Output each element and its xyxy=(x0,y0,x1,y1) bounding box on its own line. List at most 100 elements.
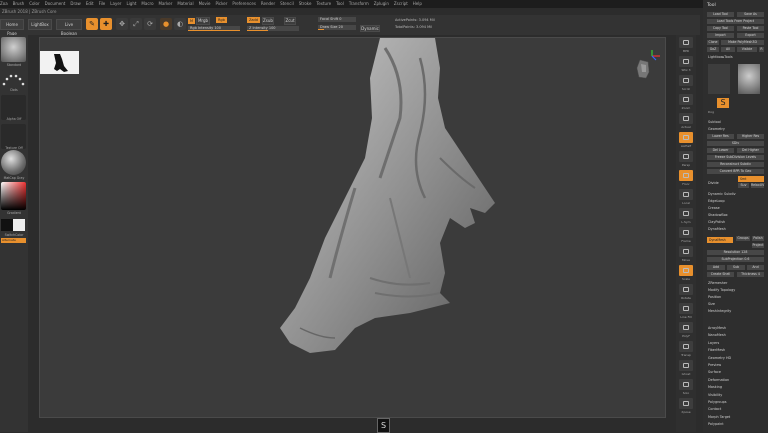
menu-item[interactable]: Color xyxy=(29,1,39,6)
clone-button[interactable]: Clone xyxy=(707,40,719,45)
subtool-section[interactable]: Subtool xyxy=(708,120,721,124)
tool-subpalette-item[interactable]: NanoMesh xyxy=(708,333,726,337)
menu-item[interactable]: Brush xyxy=(13,1,25,6)
crease-section[interactable]: Crease xyxy=(708,206,720,210)
load-tools-project-button[interactable]: Load Tools From Project xyxy=(707,19,764,24)
live-boolean-button[interactable]: Live Boolean xyxy=(56,19,82,36)
meshintegrity-section[interactable]: MeshIntegrity xyxy=(708,309,731,313)
menu-item[interactable]: Tool xyxy=(336,1,344,6)
groups-toggle[interactable]: Groups xyxy=(736,236,750,241)
suv-toggle[interactable]: Suv xyxy=(738,183,749,188)
alternate-button[interactable]: Alternate xyxy=(1,238,26,243)
material-button[interactable]: ● xyxy=(160,18,172,30)
draw-button[interactable]: ✚ xyxy=(100,18,112,30)
menu-item[interactable]: Stroke xyxy=(299,1,312,6)
color-picker[interactable] xyxy=(1,182,26,210)
load-tool-button[interactable]: Load Tool xyxy=(707,12,734,17)
tool-subpalette-item[interactable]: Masking xyxy=(708,385,722,389)
visible-button[interactable]: Visible xyxy=(737,47,757,52)
tool-subpalette-item[interactable]: Polygroups xyxy=(708,400,727,404)
r-button[interactable]: R xyxy=(759,47,764,52)
relax-uv-toggle[interactable]: RelaxUV xyxy=(751,183,764,188)
menu-item[interactable]: Document xyxy=(45,1,66,6)
sdiv-slider[interactable]: SDiv xyxy=(707,141,764,146)
menu-item[interactable]: Render xyxy=(261,1,275,6)
thickness-slider[interactable]: Thickness 4 xyxy=(737,272,764,277)
shelf-button[interactable] xyxy=(679,284,693,295)
bottom-s-button[interactable]: S xyxy=(377,418,390,433)
edit-button[interactable]: ✎ xyxy=(86,18,98,30)
zremesher-section[interactable]: ZRemesher xyxy=(708,281,727,285)
tool-subpalette-item[interactable]: Visibility xyxy=(708,393,722,397)
tool-subpalette-item[interactable]: FiberMesh xyxy=(708,348,725,352)
menu-item[interactable]: Picker xyxy=(215,1,227,6)
viewport-canvas[interactable] xyxy=(39,37,666,418)
shelf-button[interactable] xyxy=(679,322,693,333)
lightbox-tools-link[interactable]: Lightbox▸Tools xyxy=(708,55,733,59)
rgb-button[interactable]: Rgb xyxy=(216,17,227,23)
tool-subpalette-item[interactable]: Preview xyxy=(708,363,721,367)
sub-button[interactable]: Sub xyxy=(727,265,745,270)
focal-shift-slider[interactable]: Focal Shift 0 xyxy=(318,17,356,22)
menu-item[interactable]: Layer xyxy=(110,1,121,6)
size-section[interactable]: Size xyxy=(708,302,715,306)
tool-subpalette-item[interactable]: Deformation xyxy=(708,378,729,382)
tool-thumb-1[interactable] xyxy=(708,64,730,94)
texture-button[interactable]: ◐ xyxy=(174,18,186,30)
home-page-button[interactable]: Home Page xyxy=(0,19,24,36)
shelf-button[interactable] xyxy=(679,341,693,352)
goz-button[interactable]: GoZ xyxy=(707,47,719,52)
menu-item[interactable]: Zscript xyxy=(394,1,408,6)
menu-item[interactable]: File xyxy=(99,1,106,6)
del-higher-button[interactable]: Del Higher xyxy=(737,148,764,153)
lightbox-button[interactable]: LightBox xyxy=(28,19,52,30)
shelf-button[interactable] xyxy=(679,303,693,314)
menu-item[interactable]: Edit xyxy=(86,1,94,6)
menu-item[interactable]: Preferences xyxy=(232,1,256,6)
material-thumbnail[interactable] xyxy=(1,150,26,175)
smt-toggle[interactable]: Smt xyxy=(738,176,764,182)
paste-tool-button[interactable]: Paste Tool xyxy=(737,26,764,31)
tool-thumb-2[interactable] xyxy=(738,64,760,94)
polymesh-icon[interactable]: S xyxy=(717,98,729,108)
menu-item[interactable]: Transform xyxy=(349,1,369,6)
export-button[interactable]: Export xyxy=(737,33,764,38)
freeze-subdiv-button[interactable]: Freeze SubDivision Levels xyxy=(707,155,764,160)
zadd-button[interactable]: Zadd xyxy=(247,17,260,23)
draw-size-slider[interactable]: Draw Size 20 xyxy=(318,25,356,30)
position-section[interactable]: Position xyxy=(708,295,721,299)
import-button[interactable]: Import xyxy=(707,33,734,38)
shelf-button[interactable] xyxy=(679,170,693,181)
claypolish-section[interactable]: ClayPolish xyxy=(708,220,725,224)
shelf-button[interactable] xyxy=(679,113,693,124)
create-shell-button[interactable]: Create Shell xyxy=(707,272,734,277)
geometry-section[interactable]: Geometry xyxy=(708,127,725,131)
dynamic-subdiv-section[interactable]: Dynamic Subdiv xyxy=(708,192,736,196)
tool-subpalette-item[interactable]: Geometry HD xyxy=(708,356,731,360)
tool-subpalette-item[interactable]: Morph Target xyxy=(708,415,730,419)
add-button[interactable]: Add xyxy=(707,265,725,270)
shelf-button[interactable] xyxy=(679,132,693,143)
move-button[interactable]: ✥ xyxy=(116,18,128,30)
sculpt-model[interactable] xyxy=(260,38,530,358)
subprojection-slider[interactable]: SubProjection 0.6 xyxy=(707,257,764,262)
menu-item[interactable]: Draw xyxy=(70,1,80,6)
shelf-button[interactable] xyxy=(679,56,693,67)
dynamic-button[interactable]: Dynamic xyxy=(360,25,380,32)
secondary-color-swatch[interactable] xyxy=(13,219,25,231)
shelf-button[interactable] xyxy=(679,227,693,238)
divide-button[interactable]: Divide xyxy=(708,181,719,185)
shelf-button[interactable] xyxy=(679,37,693,48)
zcut-button[interactable]: Zcut xyxy=(284,17,296,25)
shelf-button[interactable] xyxy=(679,379,693,390)
zsub-button[interactable]: Zsub xyxy=(262,17,274,25)
menu-item[interactable]: Material xyxy=(177,1,193,6)
z-intensity-slider[interactable]: Z Intensity 100 xyxy=(247,26,299,31)
shelf-button[interactable] xyxy=(679,265,693,276)
primary-color-swatch[interactable] xyxy=(1,219,13,231)
menu-item[interactable]: Zplugin xyxy=(374,1,389,6)
convert-bpr-button[interactable]: Convert BPR To Geo xyxy=(707,169,764,174)
reconstruct-subdiv-button[interactable]: Reconstruct Subdiv xyxy=(707,162,764,167)
menu-item[interactable]: Light xyxy=(126,1,136,6)
rotate-button[interactable]: ⟳ xyxy=(144,18,156,30)
